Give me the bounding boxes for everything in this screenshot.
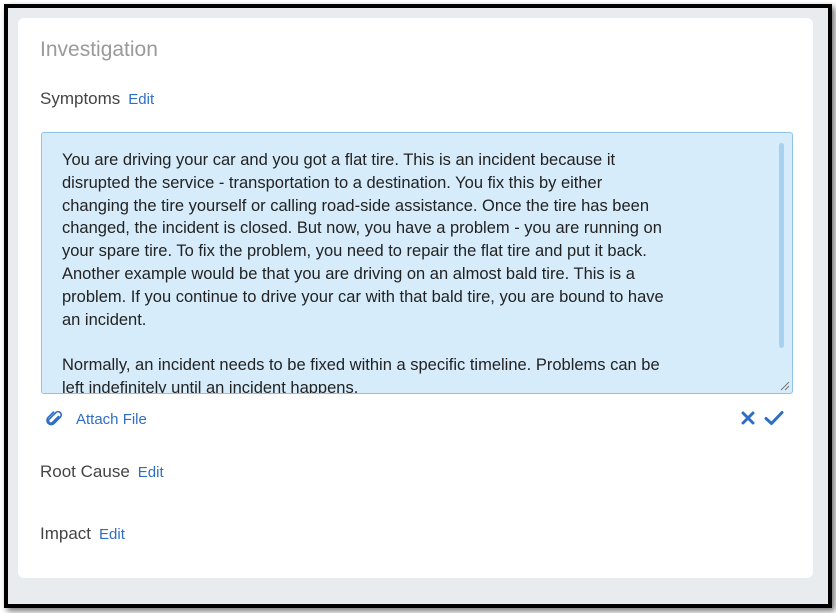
- root-cause-field: Root Cause Edit: [40, 462, 164, 482]
- impact-field: Impact Edit: [40, 524, 125, 544]
- symptoms-edit-link[interactable]: Edit: [128, 91, 154, 108]
- investigation-panel: Investigation Symptoms Edit You are drivi…: [18, 18, 813, 578]
- textarea-scrollbar[interactable]: [779, 143, 784, 348]
- symptoms-label: Symptoms: [40, 89, 121, 108]
- attach-file-button[interactable]: Attach File: [46, 410, 147, 428]
- attach-file-label: Attach File: [76, 410, 147, 428]
- window-frame: Investigation Symptoms Edit You are drivi…: [4, 4, 832, 608]
- close-icon[interactable]: [740, 410, 756, 426]
- section-title: Investigation: [40, 38, 158, 61]
- symptoms-textarea[interactable]: You are driving your car and you got a f…: [41, 132, 793, 394]
- symptoms-field: Symptoms Edit: [40, 89, 154, 109]
- impact-label: Impact: [40, 524, 92, 543]
- symptoms-text[interactable]: You are driving your car and you got a f…: [62, 149, 767, 393]
- paperclip-icon: [46, 410, 64, 428]
- root-cause-edit-link[interactable]: Edit: [138, 464, 164, 481]
- impact-edit-link[interactable]: Edit: [99, 526, 125, 543]
- edit-actions: [740, 410, 784, 426]
- root-cause-label: Root Cause: [40, 462, 130, 481]
- resize-handle-icon[interactable]: [778, 379, 790, 391]
- check-icon[interactable]: [764, 410, 784, 426]
